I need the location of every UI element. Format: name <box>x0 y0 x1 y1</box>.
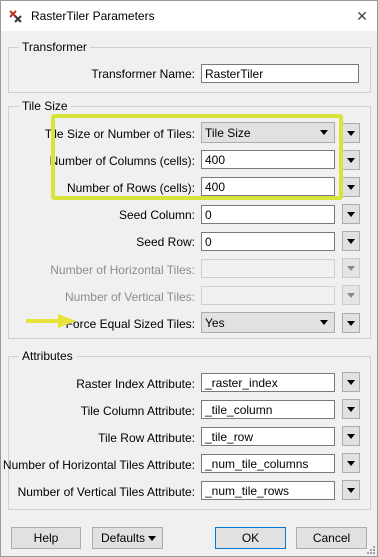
vertical-tiles-label: Number of Vertical Tiles: <box>64 290 195 304</box>
yellow-arrow-icon <box>26 314 76 328</box>
ok-button[interactable]: OK <box>215 527 286 549</box>
transformer-group-title: Transformer <box>19 40 90 54</box>
num-horizontal-label: Number of Horizontal Tiles Attribute: <box>2 458 195 472</box>
tile-row-label: Tile Row Attribute: <box>98 431 195 445</box>
window-title: RasterTiler Parameters <box>31 9 155 23</box>
defaults-button[interactable]: Defaults <box>92 527 163 549</box>
chevron-down-icon <box>347 266 355 271</box>
columns-menu-button[interactable] <box>342 150 360 170</box>
help-button[interactable]: Help <box>11 527 81 549</box>
tile-row-input[interactable]: _tile_row <box>201 427 335 446</box>
chevron-down-icon <box>347 380 355 385</box>
chevron-down-icon <box>347 461 355 466</box>
chevron-down-icon <box>347 293 355 298</box>
tile-column-label: Tile Column Attribute: <box>80 404 195 418</box>
defaults-button-label: Defaults <box>101 531 146 545</box>
highlight-box <box>51 114 343 200</box>
tile-size-or-number-menu-button[interactable] <box>342 123 360 143</box>
num-horizontal-menu-button[interactable] <box>342 453 360 473</box>
attributes-group: Attributes Raster Index Attribute: _rast… <box>3 349 371 510</box>
num-vertical-input[interactable]: _num_tile_rows <box>201 481 335 500</box>
fme-transformer-icon <box>9 10 22 23</box>
chevron-down-icon <box>347 158 355 163</box>
rows-menu-button[interactable] <box>342 177 360 197</box>
attributes-group-title: Attributes <box>19 349 76 363</box>
chevron-down-icon <box>347 185 355 190</box>
cancel-button[interactable]: Cancel <box>296 527 367 549</box>
num-vertical-label: Number of Vertical Tiles Attribute: <box>17 485 195 499</box>
resize-grip-icon[interactable] <box>365 544 375 554</box>
seed-column-input[interactable]: 0 <box>201 205 335 224</box>
vertical-tiles-input[interactable] <box>201 286 335 305</box>
transformer-group: Transformer Transformer Name: RasterTile… <box>8 40 371 93</box>
seed-column-label: Seed Column: <box>118 208 195 222</box>
tile-column-input[interactable]: _tile_column <box>201 400 335 419</box>
close-icon[interactable]: ✕ <box>351 6 373 26</box>
tile-size-group-title: Tile Size <box>19 99 71 113</box>
chevron-down-icon <box>347 488 355 493</box>
chevron-down-icon <box>347 434 355 439</box>
title-bar: RasterTiler Parameters ✕ <box>1 1 377 31</box>
raster-index-label: Raster Index Attribute: <box>76 377 195 391</box>
seed-row-input[interactable]: 0 <box>201 232 335 251</box>
raster-index-input[interactable]: _raster_index <box>201 373 335 392</box>
transformer-name-input[interactable]: RasterTiler <box>201 64 359 83</box>
force-equal-value: Yes <box>205 316 225 330</box>
seed-row-label: Seed Row: <box>136 235 195 249</box>
chevron-down-icon <box>347 239 355 244</box>
chevron-down-icon <box>347 321 355 326</box>
chevron-down-icon <box>148 536 156 541</box>
chevron-down-icon <box>347 131 355 136</box>
tile-row-menu-button[interactable] <box>342 426 360 446</box>
num-horizontal-input[interactable]: _num_tile_columns <box>201 454 335 473</box>
raster-index-menu-button[interactable] <box>342 372 360 392</box>
vertical-tiles-menu-button[interactable] <box>342 285 360 305</box>
num-vertical-menu-button[interactable] <box>342 480 360 500</box>
transformer-name-label: Transformer Name: <box>91 67 195 81</box>
chevron-down-icon <box>320 320 328 325</box>
force-equal-label: Force Equal Sized Tiles: <box>65 317 195 331</box>
chevron-down-icon <box>347 407 355 412</box>
seed-column-menu-button[interactable] <box>342 204 360 224</box>
horizontal-tiles-input[interactable] <box>201 259 335 278</box>
horizontal-tiles-menu-button[interactable] <box>342 258 360 278</box>
seed-row-menu-button[interactable] <box>342 231 360 251</box>
chevron-down-icon <box>347 212 355 217</box>
tile-column-menu-button[interactable] <box>342 399 360 419</box>
force-equal-menu-button[interactable] <box>342 313 360 333</box>
force-equal-select[interactable]: Yes <box>201 312 335 333</box>
horizontal-tiles-label: Number of Horizontal Tiles: <box>50 263 195 277</box>
raster-tiler-dialog: RasterTiler Parameters ✕ Transformer Tra… <box>0 0 378 557</box>
